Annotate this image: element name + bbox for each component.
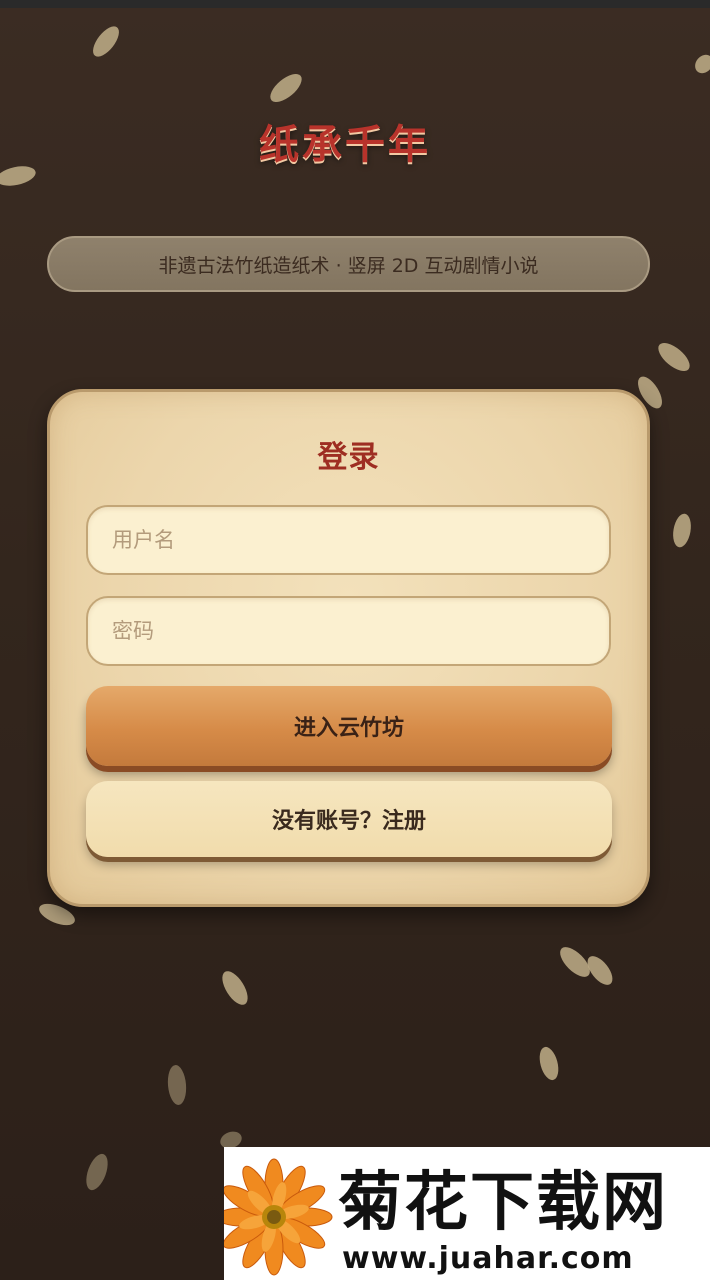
status-bar-strip <box>0 0 710 8</box>
enter-workshop-button[interactable]: 进入云竹坊 <box>86 686 612 766</box>
falling-petal-icon <box>88 22 124 61</box>
register-button[interactable]: 没有账号？注册 <box>86 781 612 857</box>
falling-petal-icon <box>691 51 710 77</box>
falling-petal-icon <box>536 1044 562 1083</box>
watermark-url: www.juahar.com <box>342 1241 634 1276</box>
password-input[interactable] <box>86 596 611 666</box>
falling-petal-icon <box>166 1064 188 1106</box>
login-heading: 登录 <box>317 440 380 475</box>
username-input[interactable] <box>86 505 611 575</box>
falling-petal-icon <box>82 1151 112 1193</box>
watermark-banner: 菊花下载网 www.juahar.com <box>224 1147 710 1280</box>
watermark-brand: 菊花下载网 <box>338 1166 668 1240</box>
falling-petal-icon <box>653 337 695 377</box>
falling-petal-icon <box>217 967 253 1009</box>
falling-petal-icon <box>265 68 307 108</box>
subtitle-banner: 非遗古法竹纸造纸术 · 竖屏 2D 互动剧情小说 <box>47 236 650 292</box>
flower-logo-icon <box>224 1158 333 1276</box>
falling-petal-icon <box>670 512 694 549</box>
subtitle-text: 非遗古法竹纸造纸术 · 竖屏 2D 互动剧情小说 <box>158 254 539 277</box>
app-title: 纸承千年 <box>259 121 431 168</box>
